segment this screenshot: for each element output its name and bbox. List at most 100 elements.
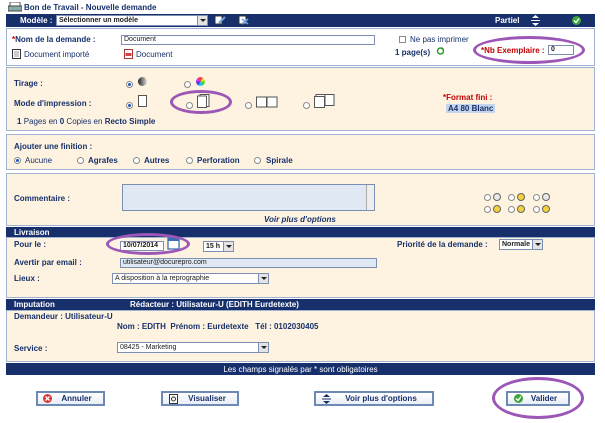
page-title: Bon de Travail - Nouvelle demande	[24, 3, 157, 12]
preview-icon	[169, 394, 178, 404]
service-select-value: 08425 - Marketing	[120, 344, 177, 351]
mood-radio-5[interactable]	[508, 206, 515, 213]
chevron-down-icon	[197, 16, 207, 25]
nb-exemplaire-label: *Nb Exemplaire :	[481, 46, 545, 55]
check-circle-icon	[514, 394, 523, 403]
valider-label: Valider	[530, 394, 558, 403]
textarea-scrollbar[interactable]	[366, 185, 374, 210]
chevron-down-icon	[532, 240, 542, 249]
visualiser-button[interactable]: Visualiser	[161, 391, 239, 406]
heure-select[interactable]: 15 h	[203, 241, 234, 252]
livraison-bar: Livraison	[6, 227, 595, 237]
finition-spirale-radio[interactable]	[254, 157, 261, 164]
priorite-label: Priorité de la demande :	[397, 240, 488, 249]
demandeur-text: Demandeur : Utilisateur-U	[14, 312, 113, 321]
finition-perforation-label: Perforation	[197, 156, 240, 165]
mood-radio-2[interactable]	[508, 194, 515, 201]
sad-face-icon	[542, 205, 550, 213]
tirage-nb-radio[interactable]	[126, 81, 133, 88]
visualiser-label: Visualiser	[188, 394, 226, 403]
recto-page-icon	[138, 95, 147, 107]
commentaire-textarea[interactable]	[122, 184, 375, 211]
annuler-button[interactable]: Annuler	[36, 391, 105, 406]
lieux-label: Lieux :	[14, 274, 40, 283]
chevron-down-icon	[223, 242, 233, 251]
finition-autres-label: Autres	[144, 156, 170, 165]
nb-exemplaire-input[interactable]: 0	[548, 45, 574, 55]
model-delete-icon[interactable]	[238, 15, 249, 25]
finition-autres-radio[interactable]	[133, 157, 140, 164]
date-input[interactable]: 10/07/2014	[120, 241, 164, 251]
mode-livret-radio[interactable]	[245, 102, 252, 109]
voir-plus-options-button[interactable]: Voir plus d'options	[314, 391, 434, 406]
model-edit-icon[interactable]	[214, 15, 226, 25]
finition-perforation-radio[interactable]	[186, 157, 193, 164]
imputation-title: Imputation	[14, 300, 55, 309]
calendar-icon[interactable]	[166, 236, 181, 251]
redacteur-text: Rédacteur : Utilisateur-U (EDITH Eurdete…	[130, 300, 299, 309]
priorite-select[interactable]: Normale	[499, 239, 543, 250]
modele-select-value: Sélectionner un modèle	[59, 17, 138, 24]
ne-pas-imprimer-checkbox[interactable]	[399, 36, 406, 43]
lieux-select-value: A disposition à la reprographie	[115, 275, 210, 282]
recto-verso-icon	[197, 94, 211, 108]
modele-bar: Modèle : Sélectionner un modèle Partiel	[6, 14, 595, 27]
finition-aucune-label: Aucune	[25, 156, 53, 165]
refresh-icon[interactable]	[436, 46, 445, 56]
voir-plus-options-label: Voir plus d'options	[345, 394, 417, 403]
header-printer-icon	[7, 1, 23, 12]
finition-aucune-radio[interactable]	[14, 157, 21, 164]
document-link[interactable]: Document	[136, 50, 172, 59]
partiel-label: Partiel	[495, 16, 520, 25]
mood-radio-4[interactable]	[484, 206, 491, 213]
imputation-bar: Imputation Rédacteur : Utilisateur-U (ED…	[6, 299, 595, 310]
mode-livret-verso-radio[interactable]	[303, 102, 310, 109]
smile-face-icon	[517, 205, 525, 213]
email-input[interactable]: utilisateur@docurepro.com	[120, 258, 377, 268]
chevron-down-icon	[258, 274, 268, 283]
nom-demande-input[interactable]: Document	[121, 35, 375, 45]
finition-spirale-label: Spirale	[266, 156, 293, 165]
impression-summary: 1 Pages en 0 Copies en Recto Simple	[17, 117, 156, 126]
valider-button[interactable]: Valider	[506, 391, 570, 406]
mode-recto-verso-radio[interactable]	[186, 102, 193, 109]
expand-collapse-icon[interactable]	[531, 15, 540, 26]
printer-emoji-icon	[493, 193, 501, 201]
tirage-label: Tirage :	[14, 79, 43, 88]
cancel-icon	[43, 394, 52, 403]
mode-impression-label: Mode d'impression :	[14, 99, 92, 108]
pdf-icon[interactable]	[124, 49, 133, 59]
booklet-verso-icon	[314, 94, 336, 108]
expand-icon	[322, 394, 331, 404]
nom-demande-label: *Nom de la demande :	[12, 35, 96, 44]
service-label: Service :	[14, 344, 48, 353]
modele-select[interactable]: Sélectionner un modèle	[56, 15, 208, 26]
mood-radio-3[interactable]	[533, 194, 540, 201]
finition-agrafes-radio[interactable]	[77, 157, 84, 164]
lieux-select[interactable]: A disposition à la reprographie	[112, 273, 269, 284]
commentaire-label: Commentaire :	[14, 194, 71, 203]
finition-title: Ajouter une finition :	[14, 142, 93, 151]
annuler-label: Annuler	[61, 394, 92, 403]
modele-label: Modèle :	[20, 16, 53, 25]
voir-plus-link[interactable]: Voir plus d'options	[264, 215, 336, 224]
mood-radio-1[interactable]	[484, 194, 491, 201]
document-importe-label: Document importé	[24, 50, 90, 59]
import-document-icon	[12, 49, 21, 59]
mood-radio-6[interactable]	[533, 206, 540, 213]
finition-agrafes-label: Agrafes	[88, 156, 118, 165]
booklet-icon	[256, 96, 278, 108]
format-fini-label: *Format fini :	[443, 93, 493, 102]
bulb-emoji-icon	[517, 193, 525, 201]
mode-recto-radio[interactable]	[126, 102, 133, 109]
obligatoires-text: Les champs signalés par * sont obligatoi…	[223, 365, 378, 374]
tirage-couleur-radio[interactable]	[184, 81, 191, 88]
demandeur-details: Nom : EDITH Prénom : Eurdetexte Tél : 01…	[117, 322, 319, 331]
grayscale-icon	[138, 77, 147, 86]
color-wheel-icon	[196, 77, 205, 86]
pour-le-label: Pour le :	[14, 240, 47, 249]
service-select[interactable]: 08425 - Marketing	[117, 342, 269, 353]
ne-pas-imprimer-label: Ne pas imprimer	[410, 35, 469, 44]
livraison-title: Livraison	[14, 228, 50, 237]
format-fini-value[interactable]: A4 80 Blanc	[446, 104, 496, 113]
